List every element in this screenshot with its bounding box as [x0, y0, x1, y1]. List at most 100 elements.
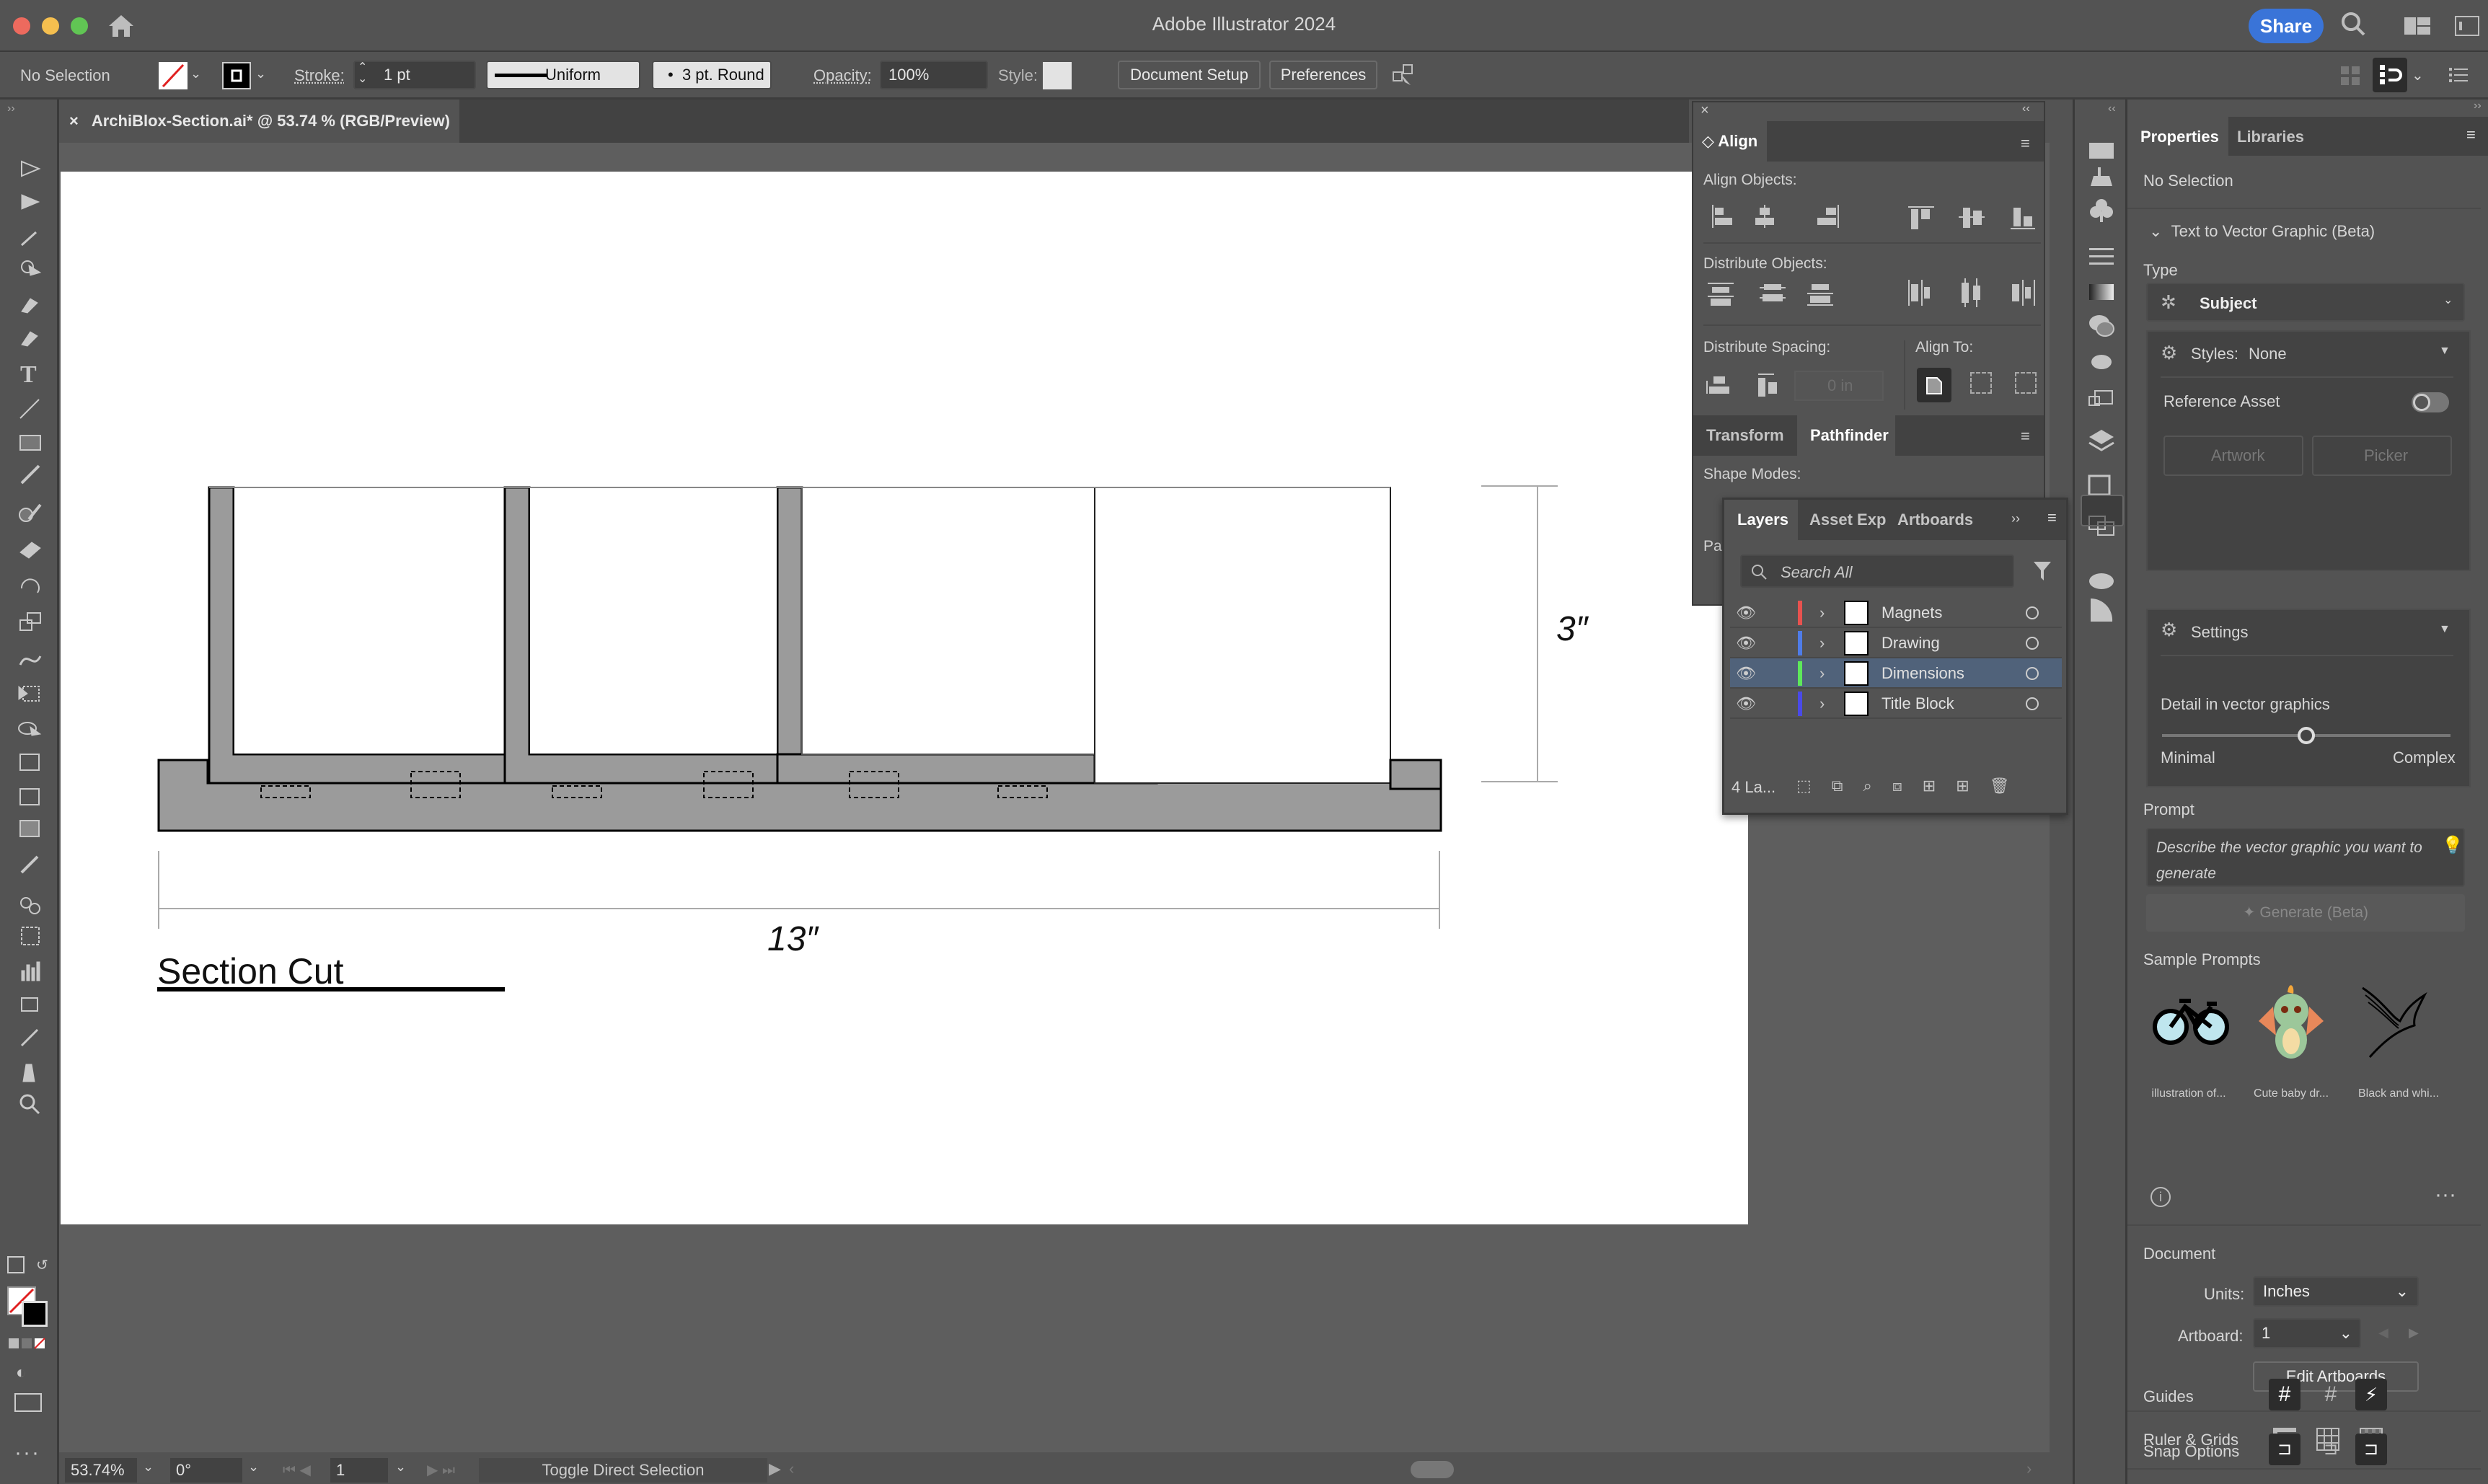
- select-similar-icon[interactable]: [1392, 63, 1421, 88]
- rotation-input[interactable]: 0°: [170, 1458, 242, 1483]
- tab-align[interactable]: ◇ Align: [1693, 121, 1767, 162]
- document-setup-button[interactable]: Document Setup: [1118, 61, 1261, 89]
- color-mode-icons[interactable]: [9, 1337, 48, 1351]
- settings-dropdown-icon[interactable]: ▼: [2439, 623, 2450, 636]
- tab-layers[interactable]: Layers: [1724, 500, 1798, 540]
- draw-mode-icon[interactable]: ◐: [16, 1363, 27, 1383]
- target-circle-icon[interactable]: [2026, 606, 2039, 619]
- next-artboard-icon[interactable]: ▶ ⏭: [427, 1461, 455, 1479]
- status-menu-arrow-icon[interactable]: ▶: [769, 1459, 781, 1478]
- picker-button[interactable]: Picker: [2312, 436, 2452, 476]
- tab-properties[interactable]: Properties: [2127, 117, 2228, 157]
- stroke-dropdown-icon[interactable]: ⌄: [255, 66, 266, 81]
- layers-menu-icon[interactable]: ≡: [2047, 508, 2057, 527]
- visibility-eye-icon[interactable]: 👁: [1736, 598, 1756, 628]
- close-tab-icon[interactable]: ×: [69, 112, 79, 130]
- layer-row[interactable]: 👁 › Title Block: [1730, 689, 2062, 719]
- pathfinder-menu-icon[interactable]: ≡: [2021, 427, 2030, 446]
- units-select[interactable]: Inches ⌄: [2253, 1276, 2419, 1307]
- prev-artboard-icon[interactable]: ◀: [2378, 1325, 2388, 1341]
- expand-layer-icon[interactable]: ›: [1819, 628, 1825, 658]
- collapse-strip-icon[interactable]: ‹‹: [2108, 102, 2116, 115]
- align-to-selection-button[interactable]: [1970, 372, 1992, 394]
- stroke-weight-input[interactable]: 1 pt: [353, 61, 476, 89]
- tab-transform[interactable]: Transform: [1693, 415, 1797, 456]
- sample-bird-thumb[interactable]: [2355, 981, 2435, 1060]
- artboard[interactable]: 3″ 13″ Section Cut: [61, 172, 1748, 1224]
- lightbulb-icon[interactable]: 💡: [2442, 835, 2463, 856]
- info-icon[interactable]: i: [2150, 1187, 2171, 1207]
- target-circle-icon[interactable]: [2026, 697, 2039, 710]
- more-options-list-icon[interactable]: [2449, 66, 2468, 84]
- visibility-eye-icon[interactable]: 👁: [1736, 658, 1756, 689]
- snap-to-glyph-button[interactable]: ⊐: [2355, 1434, 2387, 1465]
- detail-slider-thumb[interactable]: [2298, 727, 2315, 744]
- rotation-dropdown-icon[interactable]: ⌄: [248, 1459, 259, 1475]
- stroke-swatch[interactable]: [222, 62, 251, 89]
- default-colors-icon[interactable]: [7, 1256, 25, 1273]
- layer-row[interactable]: 👁 › Magnets: [1730, 598, 2062, 628]
- swap-colors-icon[interactable]: ↺: [36, 1256, 48, 1274]
- workspace-switcher-icon[interactable]: [2404, 17, 2430, 35]
- panel-layout-icon[interactable]: [2455, 16, 2479, 36]
- artboard-number-input[interactable]: 1: [330, 1458, 388, 1483]
- screen-mode-icon[interactable]: [14, 1393, 42, 1412]
- layers-search-input[interactable]: Search All: [1740, 555, 2014, 588]
- layers-strip-button-active[interactable]: [2081, 495, 2124, 526]
- align-to-key-object-button[interactable]: [2015, 372, 2037, 394]
- preferences-button[interactable]: Preferences: [1269, 61, 1377, 89]
- tab-asset-export[interactable]: Asset Expo: [1799, 500, 1886, 540]
- stroke-color-box[interactable]: [22, 1301, 48, 1327]
- collapse-panel-icon[interactable]: ‹‹: [2022, 102, 2030, 115]
- expand-layer-icon[interactable]: ›: [1819, 689, 1825, 719]
- layer-row[interactable]: 👁 › Drawing: [1730, 628, 2062, 658]
- layer-row[interactable]: 👁 › Dimensions: [1730, 658, 2062, 689]
- type-select[interactable]: ✲ Subject ⌄: [2146, 283, 2465, 322]
- expand-panel-icon[interactable]: ››: [2474, 100, 2482, 112]
- vertical-distribute-space-icon[interactable]: [1706, 375, 1732, 397]
- tab-pathfinder[interactable]: Pathfinder: [1797, 415, 1895, 456]
- target-circle-icon[interactable]: [2026, 637, 2039, 650]
- layers-footer-buttons[interactable]: ⬚⧉⌕⧈⊞⊞🗑: [1796, 777, 2030, 795]
- more-tabs-icon[interactable]: ››: [2011, 511, 2020, 526]
- snap-toggle-button[interactable]: [2373, 58, 2407, 92]
- brush-select[interactable]: • 3 pt. Round: [652, 61, 772, 89]
- smart-guides-button[interactable]: ⚡: [2355, 1379, 2387, 1410]
- visibility-eye-icon[interactable]: 👁: [1736, 689, 1756, 719]
- snap-dropdown-icon[interactable]: ⌄: [2412, 66, 2424, 84]
- styles-value[interactable]: None: [2249, 345, 2287, 363]
- fill-swatch[interactable]: [159, 62, 188, 89]
- show-guides-button[interactable]: #: [2269, 1379, 2300, 1410]
- reference-asset-toggle[interactable]: [2412, 392, 2449, 412]
- visibility-eye-icon[interactable]: 👁: [1736, 628, 1756, 658]
- generate-button[interactable]: ✦ Generate (Beta): [2146, 894, 2465, 932]
- next-artboard-icon[interactable]: ▶: [2409, 1325, 2419, 1341]
- prompt-input[interactable]: Describe the vector graphic you want to …: [2146, 828, 2465, 887]
- t2v-section-header[interactable]: ⌄ Text to Vector Graphic (Beta): [2149, 222, 2375, 241]
- expand-layer-icon[interactable]: ›: [1819, 658, 1825, 689]
- scroll-left-icon[interactable]: ‹: [789, 1459, 794, 1478]
- snap-to-point-button[interactable]: ⊐: [2269, 1434, 2300, 1465]
- styles-dropdown-icon[interactable]: ▼: [2439, 345, 2450, 358]
- snap-to-pixel-button[interactable]: ⊐: [2315, 1434, 2347, 1465]
- more-options-icon[interactable]: ···: [2435, 1183, 2456, 1207]
- panel-icons[interactable]: [2088, 134, 2117, 754]
- panel-menu-icon[interactable]: ≡: [2021, 134, 2030, 153]
- artboard-select[interactable]: 1 ⌄: [2253, 1318, 2361, 1348]
- tab-artboards[interactable]: Artboards: [1887, 500, 1974, 540]
- tab-libraries[interactable]: Libraries: [2237, 117, 2324, 157]
- properties-menu-icon[interactable]: ≡: [2466, 125, 2476, 144]
- sample-dragon-thumb[interactable]: [2251, 978, 2331, 1064]
- stroke-label[interactable]: Stroke:: [294, 66, 345, 85]
- search-icon[interactable]: [2339, 10, 2368, 39]
- artwork-button[interactable]: Artwork: [2163, 436, 2303, 476]
- style-swatch[interactable]: [1043, 62, 1072, 89]
- horizontal-distribute-space-icon[interactable]: [1755, 372, 1781, 397]
- zoom-dropdown-icon[interactable]: ⌄: [143, 1459, 154, 1475]
- expand-toolbar-icon[interactable]: ››: [7, 102, 15, 115]
- opacity-label[interactable]: Opacity:: [813, 66, 872, 85]
- zoom-level-input[interactable]: 53.74%: [65, 1458, 137, 1483]
- stroke-stepper-icon[interactable]: ⌃ ⌄: [358, 62, 367, 85]
- filter-icon[interactable]: [2033, 560, 2052, 582]
- align-to-artboard-button[interactable]: [1917, 368, 1951, 402]
